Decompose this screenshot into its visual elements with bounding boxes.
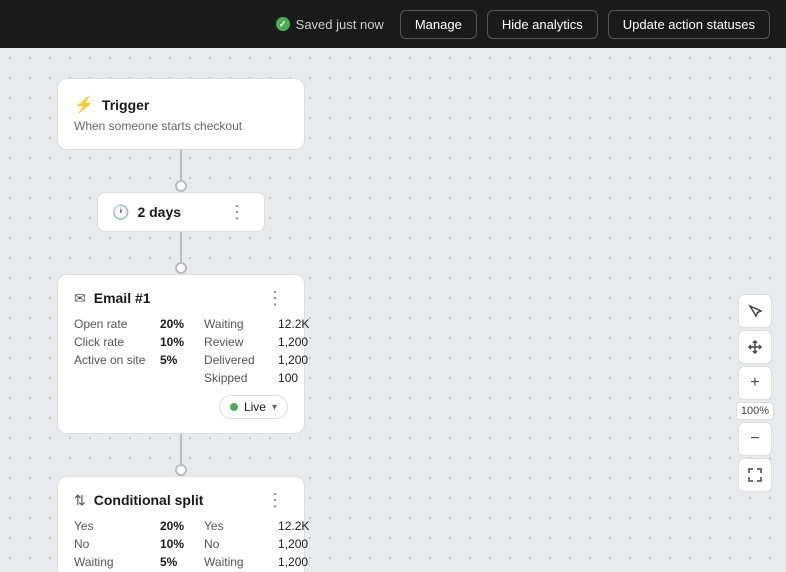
flow-container: ⚡ Trigger When someone starts checkout 🕐… — [57, 78, 305, 572]
no-count-row: No 1,200 — [204, 537, 309, 551]
move-tool-button[interactable] — [738, 330, 772, 364]
active-site-label: Active on site — [74, 353, 154, 367]
saved-indicator: Saved just now — [276, 17, 384, 32]
email-status-row: Live ▾ — [74, 395, 288, 419]
flow-canvas: ⚡ Trigger When someone starts checkout 🕐… — [0, 48, 786, 572]
update-statuses-button[interactable]: Update action statuses — [608, 10, 770, 39]
yes-count-label: Yes — [204, 519, 272, 533]
trigger-card: ⚡ Trigger When someone starts checkout — [57, 78, 305, 150]
waiting-pct-label: Waiting — [74, 555, 154, 569]
no-pct-value: 10% — [160, 537, 184, 551]
skipped-value: 100 — [278, 371, 298, 385]
email-card-header: ✉ Email #1 ⋮ — [74, 289, 288, 307]
connector-3 — [180, 434, 182, 464]
split-title-row: ⇅ Conditional split — [74, 492, 203, 509]
waiting-pct-row: Waiting 5% — [74, 555, 184, 569]
yes-pct-label: Yes — [74, 519, 154, 533]
skipped-label: Skipped — [204, 371, 272, 385]
trigger-title: Trigger — [102, 97, 149, 113]
lightning-icon: ⚡ — [74, 95, 94, 115]
waiting-label: Waiting — [204, 317, 272, 331]
clock-icon: 🕐 — [112, 204, 129, 221]
active-site-row: Active on site 5% — [74, 353, 184, 367]
connector-dot-1 — [175, 180, 187, 192]
review-row: Review 1,200 — [204, 335, 309, 349]
no-pct-row: No 10% — [74, 537, 184, 551]
click-rate-label: Click rate — [74, 335, 154, 349]
waiting-count-value: 1,200 — [278, 555, 308, 569]
email-icon: ✉ — [74, 290, 86, 307]
email-card: ✉ Email #1 ⋮ Open rate 20% Click rate 10… — [57, 274, 305, 434]
status-label: Live — [244, 400, 266, 414]
open-rate-value: 20% — [160, 317, 184, 331]
connector-1 — [180, 150, 182, 180]
connector-dot-3 — [175, 464, 187, 476]
email-title-row: ✉ Email #1 — [74, 290, 151, 307]
email-more-button[interactable]: ⋮ — [262, 289, 288, 307]
email-title: Email #1 — [94, 290, 151, 306]
split-stats-right: Yes 12.2K No 1,200 Waiting 1,200 — [204, 519, 309, 569]
hide-analytics-button[interactable]: Hide analytics — [487, 10, 598, 39]
trigger-subtitle: When someone starts checkout — [74, 119, 288, 133]
email-stats-right: Waiting 12.2K Review 1,200 Delivered 1,2… — [204, 317, 309, 385]
open-rate-row: Open rate 20% — [74, 317, 184, 331]
email-status-badge[interactable]: Live ▾ — [219, 395, 288, 419]
waiting-row: Waiting 12.2K — [204, 317, 309, 331]
split-title: Conditional split — [94, 492, 204, 508]
yes-count-row: Yes 12.2K — [204, 519, 309, 533]
yes-count-value: 12.2K — [278, 519, 309, 533]
delay-inner: 🕐 2 days — [112, 204, 181, 221]
yes-pct-row: Yes 20% — [74, 519, 184, 533]
no-count-value: 1,200 — [278, 537, 308, 551]
active-site-value: 5% — [160, 353, 177, 367]
delivered-value: 1,200 — [278, 353, 308, 367]
saved-text: Saved just now — [296, 17, 384, 32]
yes-pct-value: 20% — [160, 519, 184, 533]
click-rate-row: Click rate 10% — [74, 335, 184, 349]
split-icon: ⇅ — [74, 492, 86, 509]
waiting-count-label: Waiting — [204, 555, 272, 569]
trigger-title-row: ⚡ Trigger — [74, 95, 288, 115]
split-stats-left: Yes 20% No 10% Waiting 5% — [74, 519, 184, 569]
no-count-label: No — [204, 537, 272, 551]
connector-2 — [180, 232, 182, 262]
connector-dot-2 — [175, 262, 187, 274]
manage-button[interactable]: Manage — [400, 10, 477, 39]
saved-check-icon — [276, 17, 290, 31]
review-value: 1,200 — [278, 335, 308, 349]
right-toolbar: + 100% − — [736, 294, 774, 492]
delivered-label: Delivered — [204, 353, 272, 367]
top-bar: Saved just now Manage Hide analytics Upd… — [0, 0, 786, 48]
delay-label: 2 days — [137, 204, 181, 220]
waiting-count-row: Waiting 1,200 — [204, 555, 309, 569]
split-more-button[interactable]: ⋮ — [262, 491, 288, 509]
email-stats-left: Open rate 20% Click rate 10% Active on s… — [74, 317, 184, 385]
skipped-row: Skipped 100 — [204, 371, 309, 385]
open-rate-label: Open rate — [74, 317, 154, 331]
zoom-level: 100% — [736, 402, 774, 420]
email-analytics: Open rate 20% Click rate 10% Active on s… — [74, 317, 288, 385]
status-dot-icon — [230, 403, 238, 411]
no-pct-label: No — [74, 537, 154, 551]
review-label: Review — [204, 335, 272, 349]
split-card-header: ⇅ Conditional split ⋮ — [74, 491, 288, 509]
split-analytics: Yes 20% No 10% Waiting 5% Yes 12 — [74, 519, 288, 569]
delay-card: 🕐 2 days ⋮ — [97, 192, 265, 232]
waiting-value: 12.2K — [278, 317, 309, 331]
split-card: ⇅ Conditional split ⋮ Yes 20% No 10% — [57, 476, 305, 572]
delay-more-button[interactable]: ⋮ — [224, 203, 250, 221]
cursor-tool-button[interactable] — [738, 294, 772, 328]
delivered-row: Delivered 1,200 — [204, 353, 309, 367]
plus-icon: + — [750, 375, 759, 391]
fit-view-button[interactable] — [738, 458, 772, 492]
minus-icon: − — [750, 431, 759, 447]
chevron-down-icon: ▾ — [272, 402, 277, 413]
waiting-pct-value: 5% — [160, 555, 177, 569]
zoom-in-button[interactable]: + — [738, 366, 772, 400]
click-rate-value: 10% — [160, 335, 184, 349]
zoom-out-button[interactable]: − — [738, 422, 772, 456]
